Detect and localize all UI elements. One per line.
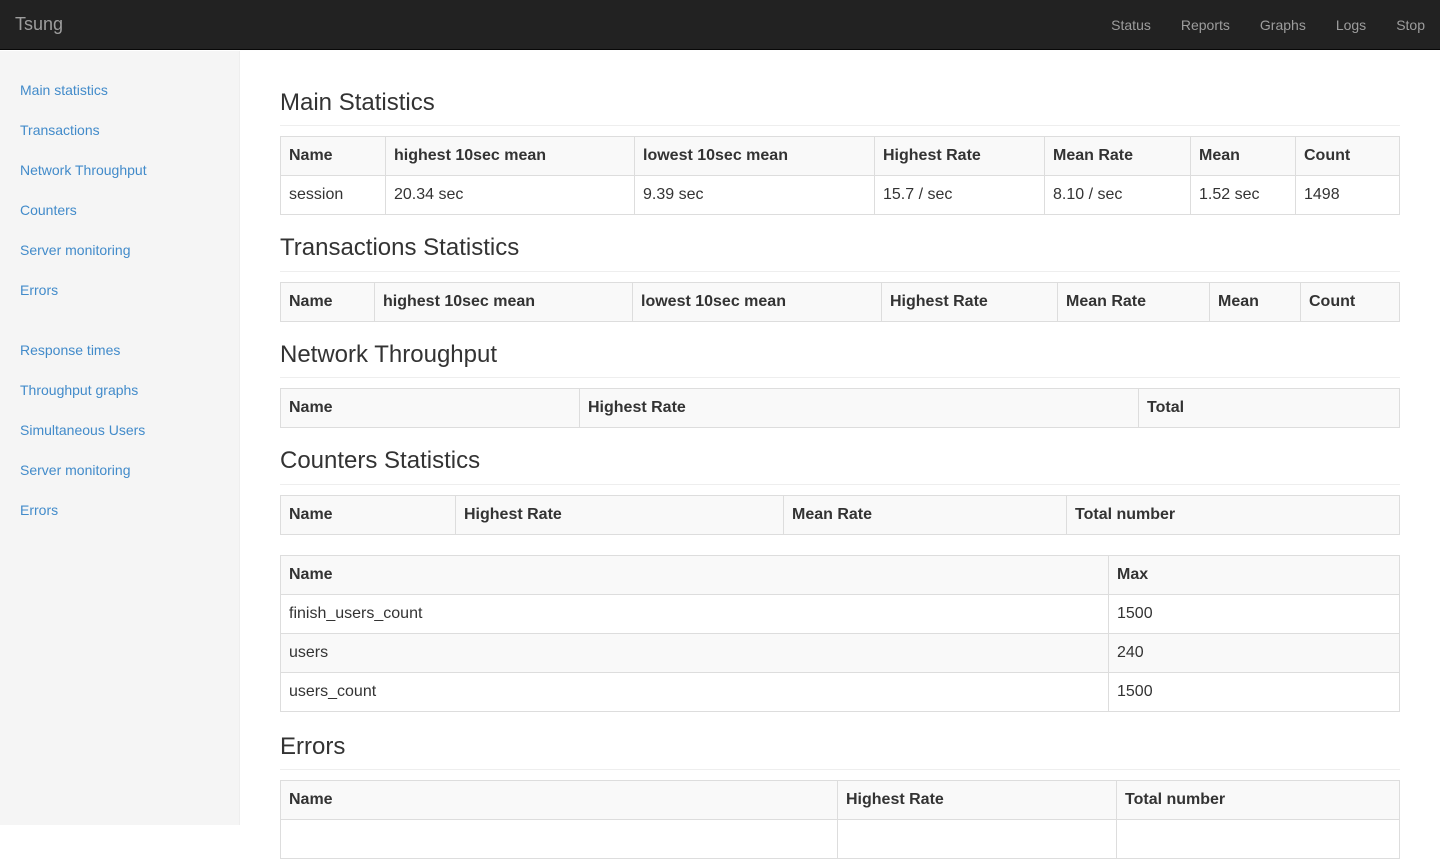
table-cell: users_count bbox=[280, 671, 1109, 712]
table-row: users 240 bbox=[280, 632, 1400, 673]
sidebar-item-errors: Errors bbox=[0, 270, 239, 310]
sidebar-item-main-statistics: Main statistics bbox=[0, 70, 239, 110]
column-header: Name bbox=[280, 388, 580, 429]
sidebar-item-simultaneous-users: Simultaneous Users bbox=[0, 410, 239, 450]
sidebar-item-counters: Counters bbox=[0, 190, 239, 230]
sidebar-item-errors-graphs: Errors bbox=[0, 490, 239, 530]
column-header: Name bbox=[280, 779, 838, 820]
nav-reports[interactable]: Reports bbox=[1166, 0, 1245, 50]
table-cell bbox=[837, 818, 1117, 859]
nav-stop[interactable]: Stop bbox=[1381, 0, 1440, 50]
table-header-row: Name highest 10sec mean lowest 10sec mea… bbox=[280, 281, 1400, 322]
column-header: Highest Rate bbox=[579, 388, 1139, 429]
main-content: Main Statistics Name highest 10sec mean … bbox=[280, 51, 1400, 859]
sidebar-link[interactable]: Errors bbox=[0, 270, 239, 310]
transactions-statistics-title: Transactions Statistics bbox=[280, 235, 1400, 272]
column-header: Name bbox=[280, 281, 375, 322]
table-header-row: Name Highest Rate Total number bbox=[280, 779, 1400, 820]
transactions-statistics-table: Name highest 10sec mean lowest 10sec mea… bbox=[280, 281, 1400, 322]
column-header: Mean Rate bbox=[1044, 136, 1191, 177]
counters-max-table: Name Max finish_users_count 1500 users 2… bbox=[280, 554, 1400, 712]
counters-statistics-title: Counters Statistics bbox=[280, 447, 1400, 485]
column-header: lowest 10sec mean bbox=[634, 136, 875, 177]
sidebar-link[interactable]: Main statistics bbox=[0, 70, 239, 110]
table-cell bbox=[280, 818, 838, 859]
table-header-row: Name highest 10sec mean lowest 10sec mea… bbox=[280, 136, 1400, 177]
column-header: Count bbox=[1300, 281, 1400, 322]
column-header: Name bbox=[280, 554, 1109, 595]
errors-table: Name Highest Rate Total number bbox=[280, 779, 1400, 859]
column-header: highest 10sec mean bbox=[374, 281, 633, 322]
sidebar: Main statistics Transactions Network Thr… bbox=[0, 51, 240, 825]
sidebar-item-network-throughput: Network Throughput bbox=[0, 150, 239, 190]
sidebar-item-transactions: Transactions bbox=[0, 110, 239, 150]
sidebar-link[interactable]: Counters bbox=[0, 190, 239, 230]
table-cell: 15.7 / sec bbox=[874, 175, 1045, 216]
table-cell: 20.34 sec bbox=[385, 175, 635, 216]
table-row: session 20.34 sec 9.39 sec 15.7 / sec 8.… bbox=[280, 175, 1400, 216]
sidebar-link[interactable]: Server monitoring bbox=[0, 450, 239, 490]
column-header: Highest Rate bbox=[881, 281, 1058, 322]
column-header: Highest Rate bbox=[837, 779, 1117, 820]
table-header-row: Name Highest Rate Mean Rate Total number bbox=[280, 494, 1400, 535]
sidebar-link[interactable]: Network Throughput bbox=[0, 150, 239, 190]
errors-title: Errors bbox=[280, 733, 1400, 770]
table-row: finish_users_count 1500 bbox=[280, 593, 1400, 634]
column-header: lowest 10sec mean bbox=[632, 281, 882, 322]
column-header: Total number bbox=[1116, 779, 1400, 820]
column-header: Name bbox=[280, 136, 386, 177]
table-cell bbox=[1116, 818, 1400, 859]
table-cell: 9.39 sec bbox=[634, 175, 875, 216]
sidebar-link[interactable]: Server monitoring bbox=[0, 230, 239, 270]
table-cell: 240 bbox=[1108, 632, 1400, 673]
sidebar-item-throughput-graphs: Throughput graphs bbox=[0, 370, 239, 410]
table-cell: 1.52 sec bbox=[1190, 175, 1296, 216]
column-header: Total number bbox=[1066, 494, 1400, 535]
table-row: users_count 1500 bbox=[280, 671, 1400, 712]
nav-links: Status Reports Graphs Logs Stop bbox=[1096, 0, 1440, 50]
sidebar-reports-list: Main statistics Transactions Network Thr… bbox=[0, 70, 239, 310]
top-navbar: Tsung Status Reports Graphs Logs Stop bbox=[0, 0, 1440, 50]
sidebar-link[interactable]: Transactions bbox=[0, 110, 239, 150]
sidebar-graphs-list: Response times Throughput graphs Simulta… bbox=[0, 330, 239, 530]
column-header: Total bbox=[1138, 388, 1400, 429]
column-header: Mean bbox=[1190, 136, 1296, 177]
sidebar-link[interactable]: Simultaneous Users bbox=[0, 410, 239, 450]
sidebar-item-server-monitoring-graphs: Server monitoring bbox=[0, 450, 239, 490]
sidebar-item-response-times: Response times bbox=[0, 330, 239, 370]
column-header: Max bbox=[1108, 554, 1400, 595]
column-header: Mean Rate bbox=[1057, 281, 1210, 322]
table-row bbox=[280, 818, 1400, 859]
nav-logs[interactable]: Logs bbox=[1321, 0, 1381, 50]
table-cell: users bbox=[280, 632, 1109, 673]
column-header: Mean Rate bbox=[783, 494, 1067, 535]
table-cell: 1500 bbox=[1108, 671, 1400, 712]
table-header-row: Name Highest Rate Total bbox=[280, 388, 1400, 429]
sidebar-link[interactable]: Errors bbox=[0, 490, 239, 530]
network-throughput-table: Name Highest Rate Total bbox=[280, 388, 1400, 429]
column-header: Mean bbox=[1209, 281, 1301, 322]
table-cell: 8.10 / sec bbox=[1044, 175, 1191, 216]
counters-statistics-table: Name Highest Rate Mean Rate Total number bbox=[280, 494, 1400, 535]
table-cell: 1498 bbox=[1295, 175, 1400, 216]
column-header: highest 10sec mean bbox=[385, 136, 635, 177]
table-cell: finish_users_count bbox=[280, 593, 1109, 634]
table-header-row: Name Max bbox=[280, 554, 1400, 595]
table-cell: 1500 bbox=[1108, 593, 1400, 634]
nav-graphs[interactable]: Graphs bbox=[1245, 0, 1321, 50]
sidebar-link[interactable]: Response times bbox=[0, 330, 239, 370]
table-cell: session bbox=[280, 175, 386, 216]
network-throughput-title: Network Throughput bbox=[280, 341, 1400, 379]
column-header: Highest Rate bbox=[874, 136, 1045, 177]
main-statistics-table: Name highest 10sec mean lowest 10sec mea… bbox=[280, 136, 1400, 216]
column-header: Count bbox=[1295, 136, 1400, 177]
sidebar-item-server-monitoring: Server monitoring bbox=[0, 230, 239, 270]
column-header: Highest Rate bbox=[455, 494, 784, 535]
column-header: Name bbox=[280, 494, 456, 535]
main-statistics-title: Main Statistics bbox=[280, 89, 1400, 127]
nav-status[interactable]: Status bbox=[1096, 0, 1166, 50]
brand-logo[interactable]: Tsung bbox=[15, 13, 63, 35]
sidebar-link[interactable]: Throughput graphs bbox=[0, 370, 239, 410]
